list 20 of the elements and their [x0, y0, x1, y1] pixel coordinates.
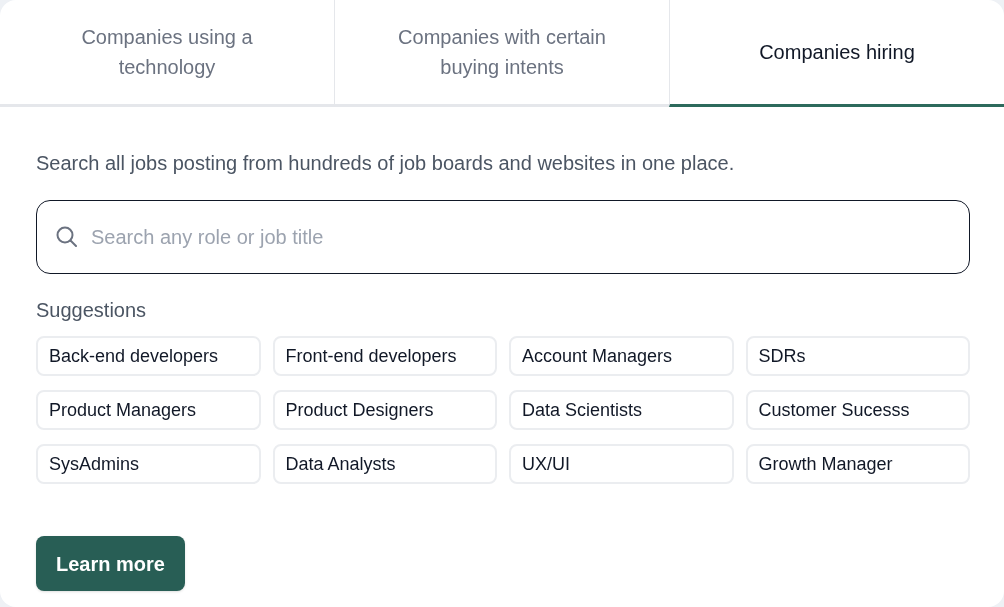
suggestion-chip[interactable]: Product Designers	[272, 390, 497, 430]
suggestion-chip[interactable]: SDRs	[745, 336, 970, 376]
tab[interactable]: Companies using a technology	[0, 0, 334, 107]
search-field[interactable]: Search any role or job title	[36, 200, 970, 274]
search-icon	[56, 226, 77, 247]
suggestion-chip[interactable]: Product Managers	[36, 390, 261, 430]
suggestion-chip[interactable]: Account Managers	[509, 336, 734, 376]
suggestion-chip[interactable]: Front-end developers	[272, 336, 497, 376]
tab[interactable]: Companies with certain buying intents	[334, 0, 669, 107]
suggestion-chip[interactable]: Data Analysts	[272, 444, 497, 484]
learn-more-button[interactable]: Learn more	[36, 536, 185, 591]
suggestion-chip[interactable]: UX/UI	[509, 444, 734, 484]
description-text: Search all jobs posting from hundreds of job boards and websites in one place.	[36, 151, 735, 176]
suggestion-chip[interactable]: Back-end developers	[36, 336, 261, 376]
suggestion-chip[interactable]: Data Scientists	[509, 390, 734, 430]
tab[interactable]: Companies hiring	[669, 0, 1004, 107]
suggestion-chip[interactable]: Growth Manager	[745, 444, 970, 484]
suggestions-label: Suggestions	[36, 298, 147, 323]
suggestion-chip[interactable]: SysAdmins	[36, 444, 261, 484]
suggestion-chip[interactable]: Customer Sucesss	[745, 390, 970, 430]
